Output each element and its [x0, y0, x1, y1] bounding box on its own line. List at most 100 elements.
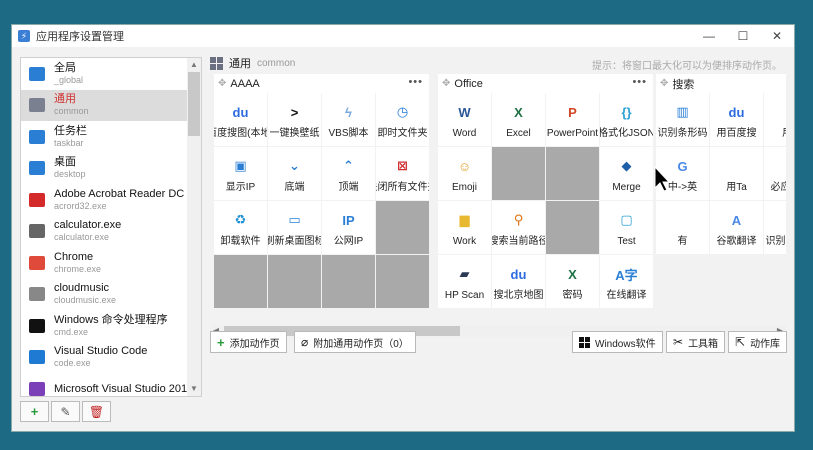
group-header[interactable]: ✥ Office ••• — [438, 74, 653, 93]
edit-app-button[interactable]: ✎ — [51, 401, 80, 422]
delete-app-button[interactable]: 🗑 — [82, 401, 111, 422]
empty-slot[interactable] — [546, 201, 599, 254]
close-button[interactable]: ✕ — [760, 25, 794, 47]
sidebar-scroll-thumb[interactable] — [188, 72, 200, 136]
bing-icon: b — [779, 154, 787, 178]
excel-icon: X — [568, 266, 577, 282]
minimize-button[interactable]: — — [692, 25, 726, 47]
empty-slot[interactable] — [214, 255, 267, 308]
group-title: Office — [454, 77, 483, 90]
action-tile[interactable]: A字 在线翻译 — [600, 255, 653, 308]
action-tile[interactable]: ▥ 识别条形码 — [656, 93, 709, 146]
tools-icon: ✂ — [673, 335, 684, 349]
close-window-icon: ⊠ — [397, 158, 408, 173]
windows-software-button[interactable]: Windows软件 — [572, 331, 663, 353]
mouse-cursor-icon — [654, 166, 670, 192]
action-tile[interactable]: ▢ Test — [600, 201, 653, 254]
action-tile[interactable]: ⊠ 关闭所有文件夹 — [376, 147, 429, 200]
move-handle-icon[interactable]: ✥ — [442, 78, 450, 89]
add-action-page-button[interactable]: + 添加动作页 — [210, 331, 287, 353]
baidu-icon: du — [728, 104, 745, 120]
emoji-icon: ☺ — [457, 158, 472, 174]
action-tile[interactable]: ▰ HP Scan — [438, 255, 491, 308]
action-tile[interactable]: 有 — [656, 201, 709, 254]
sidebar-item[interactable]: cloudmusic cloudmusic.exe — [21, 279, 201, 311]
action-group: ✥ AAAA ••• du 百度搜图(本地) > 一键换壁纸 ϟ VBS脚本 ◷ 即时文件夹 ▣ 显示I… — [214, 74, 429, 324]
empty-slot[interactable] — [376, 201, 429, 254]
action-tile-label: 用Ta — [726, 182, 747, 193]
action-tile-label: 有 — [677, 236, 688, 247]
action-tile[interactable]: b 必应查词 — [764, 147, 786, 200]
action-tile-label: 搜索当前路径 — [492, 236, 545, 247]
add-app-button[interactable]: + — [20, 401, 49, 422]
sidebar-item[interactable]: Adobe Acrobat Reader DC acrord32.exe — [21, 184, 201, 216]
action-tile[interactable]: IP 公网IP — [322, 201, 375, 254]
action-tile[interactable]: ▣ 显示IP — [214, 147, 267, 200]
sidebar-item[interactable]: calculator.exe calculator.exe — [21, 216, 201, 248]
action-tile[interactable]: ▆ Work — [438, 201, 491, 254]
action-tile[interactable]: ◷ 即时文件夹 — [376, 93, 429, 146]
sidebar-item[interactable]: 桌面 desktop — [21, 153, 201, 185]
attach-common-page-button[interactable]: ⌀ 附加通用动作页（0） — [294, 331, 416, 353]
empty-slot[interactable] — [268, 255, 321, 308]
action-tile[interactable]: du 百度搜图(本地) — [214, 93, 267, 146]
vs-icon — [27, 379, 47, 396]
action-tile[interactable]: ⌄ 底端 — [268, 147, 321, 200]
recycle-icon: ♻ — [234, 212, 247, 227]
empty-slot[interactable] — [546, 147, 599, 200]
sidebar-item-exe: acrord32.exe — [54, 200, 107, 211]
action-group: ✥ Office ••• W Word X Excel P PowerPoint {} 格式化JSO… — [438, 74, 653, 324]
action-tile-label: 卸载软件 — [220, 236, 261, 247]
empty-slot[interactable] — [376, 255, 429, 308]
action-tile[interactable]: X Excel — [492, 93, 545, 146]
sidebar-item-name: 通用 — [54, 93, 76, 106]
action-tile[interactable]: A 谷歌翻译 — [710, 201, 763, 254]
toolbox-button[interactable]: ✂ 工具箱 — [666, 331, 726, 353]
sidebar-item[interactable]: Microsoft Visual Studio 201 — [21, 373, 201, 396]
action-tile[interactable]: 用S — [764, 93, 786, 146]
move-handle-icon[interactable]: ✥ — [660, 78, 668, 89]
sidebar-item[interactable]: Visual Studio Code code.exe — [21, 342, 201, 374]
empty-slot[interactable] — [322, 255, 375, 308]
action-tile[interactable]: > 一键换壁纸 — [268, 93, 321, 146]
sidebar-item[interactable]: 全局 _global — [21, 58, 201, 90]
action-tile-label: 底端 — [284, 182, 305, 193]
more-options-icon[interactable]: ••• — [632, 76, 647, 88]
action-tile[interactable]: du 搜北京地图 — [492, 255, 545, 308]
sidebar-item[interactable]: Chrome chrome.exe — [21, 247, 201, 279]
action-tile[interactable]: ⌃ 顶端 — [322, 147, 375, 200]
action-tile[interactable]: ◆ Merge — [600, 147, 653, 200]
chrome-icon — [27, 253, 47, 273]
sidebar-item[interactable]: 任务栏 taskbar — [21, 121, 201, 153]
action-tile[interactable]: 用Ta — [710, 147, 763, 200]
scroll-up-arrow-icon[interactable]: ▲ — [187, 58, 201, 72]
more-options-icon[interactable]: ••• — [408, 76, 423, 88]
group-header[interactable]: ✥ AAAA ••• — [214, 74, 429, 93]
action-tile[interactable]: ⌗ 识别二维码 — [764, 201, 786, 254]
action-tile[interactable]: ☺ Emoji — [438, 147, 491, 200]
sidebar-item-exe: desktop — [54, 169, 86, 180]
action-tile[interactable]: ♻ 卸载软件 — [214, 201, 267, 254]
scroll-down-arrow-icon[interactable]: ▼ — [187, 382, 201, 396]
group-header[interactable]: ✥ 搜索 — [656, 74, 786, 93]
action-tile[interactable]: ⚲ 搜索当前路径 — [492, 201, 545, 254]
sidebar-item-name: 全局 — [54, 61, 76, 74]
move-handle-icon[interactable]: ✥ — [218, 78, 226, 89]
action-tile[interactable]: du 用百度搜 — [710, 93, 763, 146]
sidebar-item[interactable]: Windows 命令处理程序 cmd.exe — [21, 310, 201, 342]
sidebar-item[interactable]: 通用 common — [21, 89, 201, 121]
action-tile[interactable]: W Word — [438, 93, 491, 146]
arrow-right-icon: > — [290, 104, 299, 120]
maximize-button[interactable]: ☐ — [726, 25, 760, 47]
action-tile[interactable]: P PowerPoint — [546, 93, 599, 146]
empty-slot[interactable] — [492, 147, 545, 200]
dict-icon — [671, 208, 695, 232]
action-tile[interactable]: ϟ VBS脚本 — [322, 93, 375, 146]
action-library-button[interactable]: ⇱ 动作库 — [728, 331, 788, 353]
sidebar-scrollbar[interactable]: ▲ ▼ — [187, 58, 201, 396]
action-tile[interactable]: X 密码 — [546, 255, 599, 308]
tiles-icon — [210, 56, 223, 70]
action-tile[interactable]: ▭ 刷新桌面图标 — [268, 201, 321, 254]
word-icon: W — [458, 104, 471, 120]
action-tile[interactable]: {} 格式化JSON — [600, 93, 653, 146]
